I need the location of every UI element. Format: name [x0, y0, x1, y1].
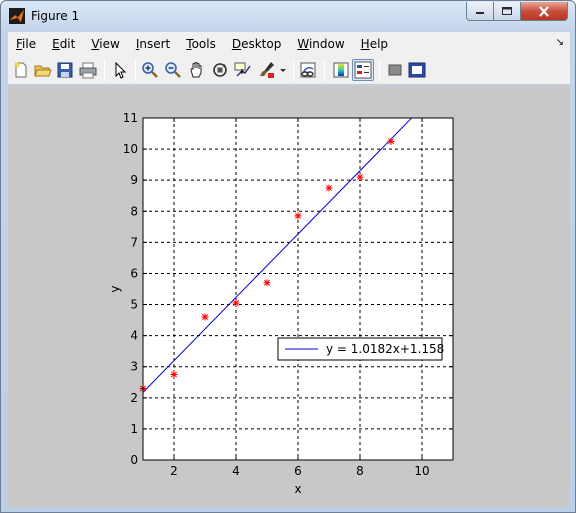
legend-icon — [354, 61, 372, 79]
y-tick-label: 3 — [130, 360, 138, 374]
legend-toggle-button[interactable] — [352, 59, 374, 81]
toolbar-separator — [324, 60, 325, 81]
rotate-3d-icon[interactable] — [211, 61, 229, 79]
hide-plot-tools-icon[interactable] — [386, 61, 404, 79]
brush-icon[interactable] — [258, 61, 276, 79]
toolbar-separator — [379, 60, 380, 81]
menu-bar: File Edit View Insert Tools Desktop Wind… — [8, 32, 570, 56]
legend-label: y = 1.0182x+1.158 — [326, 342, 444, 356]
y-tick-label: 9 — [130, 173, 138, 187]
toolbar-separator — [293, 60, 294, 81]
menu-help[interactable]: Help — [353, 37, 396, 51]
toolbar-separator — [104, 60, 105, 81]
colorbar-icon[interactable] — [332, 61, 350, 79]
data-point — [232, 299, 240, 307]
data-point — [356, 173, 364, 181]
print-icon[interactable] — [79, 61, 97, 79]
data-point — [170, 371, 178, 378]
data-cursor-icon[interactable] — [234, 61, 252, 79]
menu-dock-arrow-icon[interactable]: ↘ — [556, 37, 564, 48]
figure-canvas: 2 4 6 8 10 0 1 2 3 4 5 6 7 8 9 10 11 x y y = 1.0182x+1.158 — [8, 86, 570, 507]
y-tick-label: 5 — [130, 298, 138, 312]
figure-window: Figure 1 File Edit View Insert Tools Des… — [0, 0, 576, 513]
matlab-logo-icon — [9, 8, 25, 24]
x-tick-label: 6 — [294, 464, 302, 478]
minimize-button[interactable] — [466, 2, 494, 21]
window-title: Figure 1 — [31, 9, 80, 23]
maximize-button[interactable] — [493, 2, 521, 21]
x-tick-label: 10 — [414, 464, 429, 478]
y-tick-label: 4 — [130, 329, 138, 343]
link-plot-icon[interactable] — [299, 61, 317, 79]
y-tick-label: 0 — [130, 453, 138, 467]
menu-view[interactable]: View — [83, 37, 127, 51]
y-axis-label: y — [108, 285, 122, 292]
menu-file[interactable]: File — [8, 37, 44, 51]
y-tick-label: 8 — [130, 204, 138, 218]
pan-hand-icon[interactable] — [188, 61, 206, 79]
data-point — [294, 212, 302, 220]
x-axis-label: x — [294, 482, 301, 496]
data-point — [325, 184, 333, 192]
show-plot-tools-icon[interactable] — [408, 61, 426, 79]
x-tick-label: 2 — [170, 464, 178, 478]
data-point — [201, 313, 209, 321]
menu-edit[interactable]: Edit — [44, 37, 83, 51]
y-tick-label: 6 — [130, 266, 138, 280]
data-point — [263, 279, 271, 287]
maximize-icon — [502, 7, 512, 15]
x-tick-label: 8 — [356, 464, 364, 478]
close-icon — [539, 5, 549, 17]
y-tick-label: 10 — [123, 142, 138, 156]
close-button[interactable] — [520, 2, 568, 21]
zoom-in-icon[interactable] — [141, 61, 159, 79]
y-tick-label: 7 — [130, 235, 138, 249]
minimize-icon — [476, 12, 484, 14]
figure-toolbar — [8, 56, 570, 85]
y-tick-label: 2 — [130, 391, 138, 405]
y-tick-label: 11 — [123, 111, 138, 125]
menu-desktop[interactable]: Desktop — [224, 37, 290, 51]
title-bar[interactable]: Figure 1 — [1, 1, 575, 31]
toolbar-separator — [135, 60, 136, 81]
menu-insert[interactable]: Insert — [128, 37, 178, 51]
menu-window[interactable]: Window — [289, 37, 352, 51]
save-icon[interactable] — [56, 61, 74, 79]
zoom-out-icon[interactable] — [164, 61, 182, 79]
open-file-icon[interactable] — [34, 61, 52, 79]
x-tick-label: 4 — [232, 464, 240, 478]
pointer-icon[interactable] — [111, 61, 129, 79]
brush-dropdown-icon[interactable] — [278, 61, 288, 79]
data-point — [387, 137, 395, 145]
menu-tools[interactable]: Tools — [178, 37, 224, 51]
y-tick-label: 1 — [130, 422, 138, 436]
new-figure-icon[interactable] — [12, 61, 30, 79]
plot-svg[interactable]: 2 4 6 8 10 0 1 2 3 4 5 6 7 8 9 10 11 x y y = 1.0182x+1.158 — [8, 86, 570, 507]
